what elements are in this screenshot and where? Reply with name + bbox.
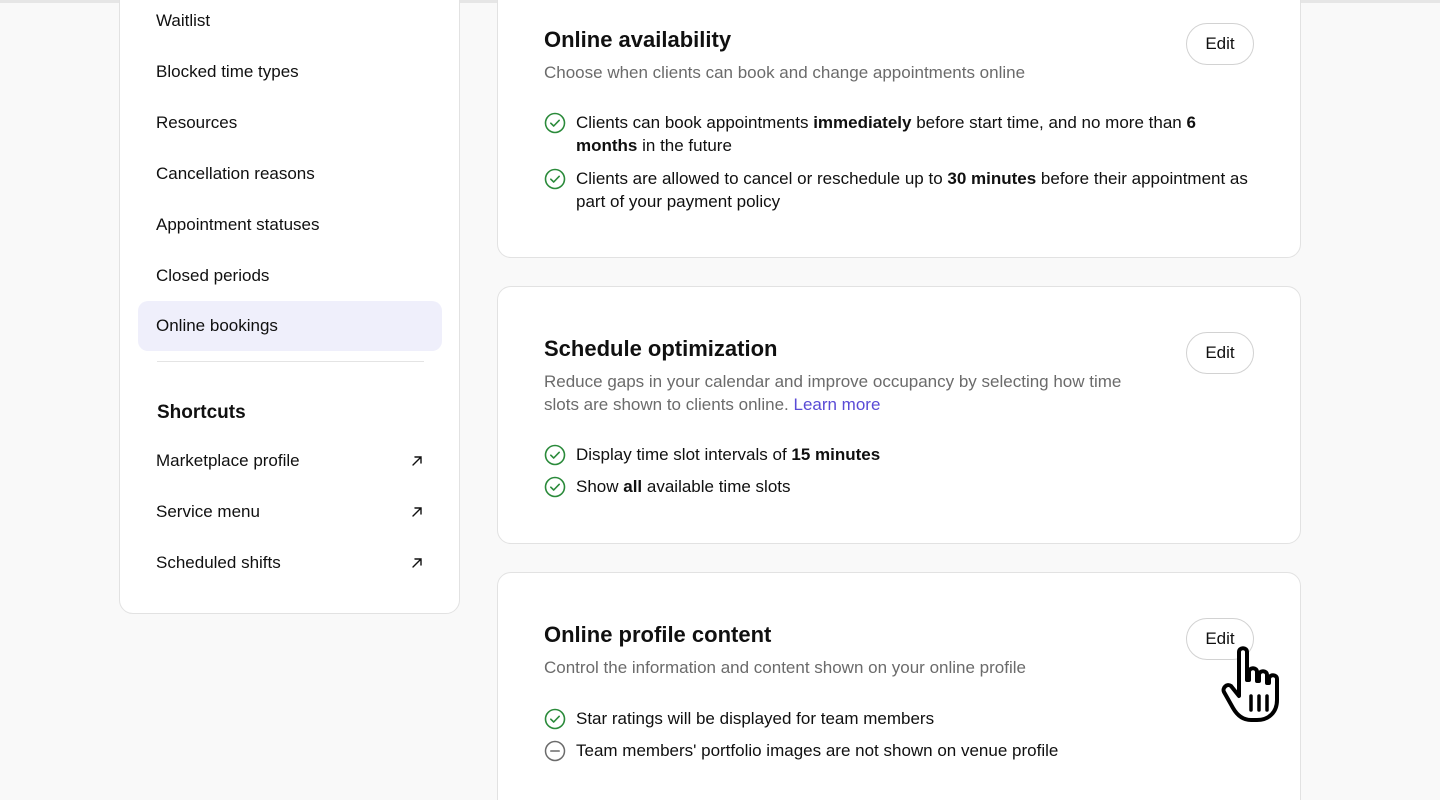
arrow-up-right-icon	[412, 507, 422, 517]
shortcut-scheduled-shifts[interactable]: Scheduled shifts	[138, 538, 442, 588]
sidebar-item-label: Appointment statuses	[156, 215, 320, 234]
sidebar-item-label: Blocked time types	[156, 62, 299, 81]
item-text: Display time slot intervals of 15 minute…	[576, 445, 881, 464]
sidebar-divider	[157, 361, 424, 362]
card-description: Control the information and content show…	[544, 658, 1026, 677]
online-profile-content-card: Online profile content Control the infor…	[497, 572, 1301, 800]
card-title: Schedule optimization	[544, 336, 778, 361]
item-text: Show all available time slots	[576, 477, 791, 496]
arrow-up-right-icon	[412, 558, 422, 568]
list-item: Team members' portfolio images are not s…	[544, 739, 1254, 762]
card-description: Reduce gaps in your calendar and improve…	[544, 372, 1122, 414]
check-circle-icon	[544, 476, 566, 498]
shortcut-label: Service menu	[156, 502, 260, 521]
settings-sidebar: Waitlist Blocked time types Resources Ca…	[119, 0, 460, 614]
sidebar-item-label: Resources	[156, 113, 238, 132]
shortcut-label: Scheduled shifts	[156, 553, 281, 572]
schedule-optimization-card: Schedule optimization Reduce gaps in you…	[497, 286, 1301, 544]
shortcut-label: Marketplace profile	[156, 451, 300, 470]
item-text: Clients are allowed to cancel or resched…	[576, 169, 1248, 211]
sidebar-item-waitlist[interactable]: Waitlist	[138, 0, 442, 46]
list-item: Clients can book appointments immediatel…	[544, 111, 1254, 157]
check-circle-icon	[544, 708, 566, 730]
shortcut-service-menu[interactable]: Service menu	[138, 487, 442, 537]
sidebar-item-appointment-statuses[interactable]: Appointment statuses	[138, 200, 442, 250]
list-item: Show all available time slots	[544, 475, 1254, 498]
card-description: Choose when clients can book and change …	[544, 63, 1026, 82]
minus-circle-icon	[544, 740, 566, 762]
item-text: Team members' portfolio images are not s…	[576, 741, 1059, 760]
online-availability-card: Online availability Choose when clients …	[497, 0, 1301, 258]
sidebar-item-label: Cancellation reasons	[156, 164, 315, 183]
sidebar-item-label: Online bookings	[156, 316, 278, 335]
card-title: Online profile content	[544, 622, 772, 647]
sidebar-item-online-bookings[interactable]: Online bookings	[138, 301, 442, 351]
shortcuts-heading: Shortcuts	[157, 402, 246, 423]
check-circle-icon	[544, 112, 566, 134]
list-item: Star ratings will be displayed for team …	[544, 707, 1254, 730]
hand-pointer-cursor-icon	[1221, 646, 1279, 722]
list-item: Clients are allowed to cancel or resched…	[544, 167, 1254, 213]
sidebar-item-label: Closed periods	[156, 266, 270, 285]
check-circle-icon	[544, 168, 566, 190]
learn-more-link[interactable]: Learn more	[793, 395, 880, 414]
sidebar-item-label: Waitlist	[156, 11, 211, 30]
card-title: Online availability	[544, 27, 732, 52]
item-text: Clients can book appointments immediatel…	[576, 113, 1196, 155]
sidebar-item-blocked-time-types[interactable]: Blocked time types	[138, 47, 442, 97]
check-circle-icon	[544, 444, 566, 466]
sidebar-item-closed-periods[interactable]: Closed periods	[138, 251, 442, 301]
arrow-up-right-icon	[412, 456, 422, 466]
item-text: Star ratings will be displayed for team …	[576, 709, 935, 728]
edit-online-availability-button[interactable]: Edit	[1186, 23, 1254, 65]
sidebar-item-cancellation-reasons[interactable]: Cancellation reasons	[138, 149, 442, 199]
sidebar-item-resources[interactable]: Resources	[138, 98, 442, 148]
shortcut-marketplace-profile[interactable]: Marketplace profile	[138, 436, 442, 486]
list-item: Display time slot intervals of 15 minute…	[544, 443, 1254, 466]
edit-schedule-optimization-button[interactable]: Edit	[1186, 332, 1254, 374]
